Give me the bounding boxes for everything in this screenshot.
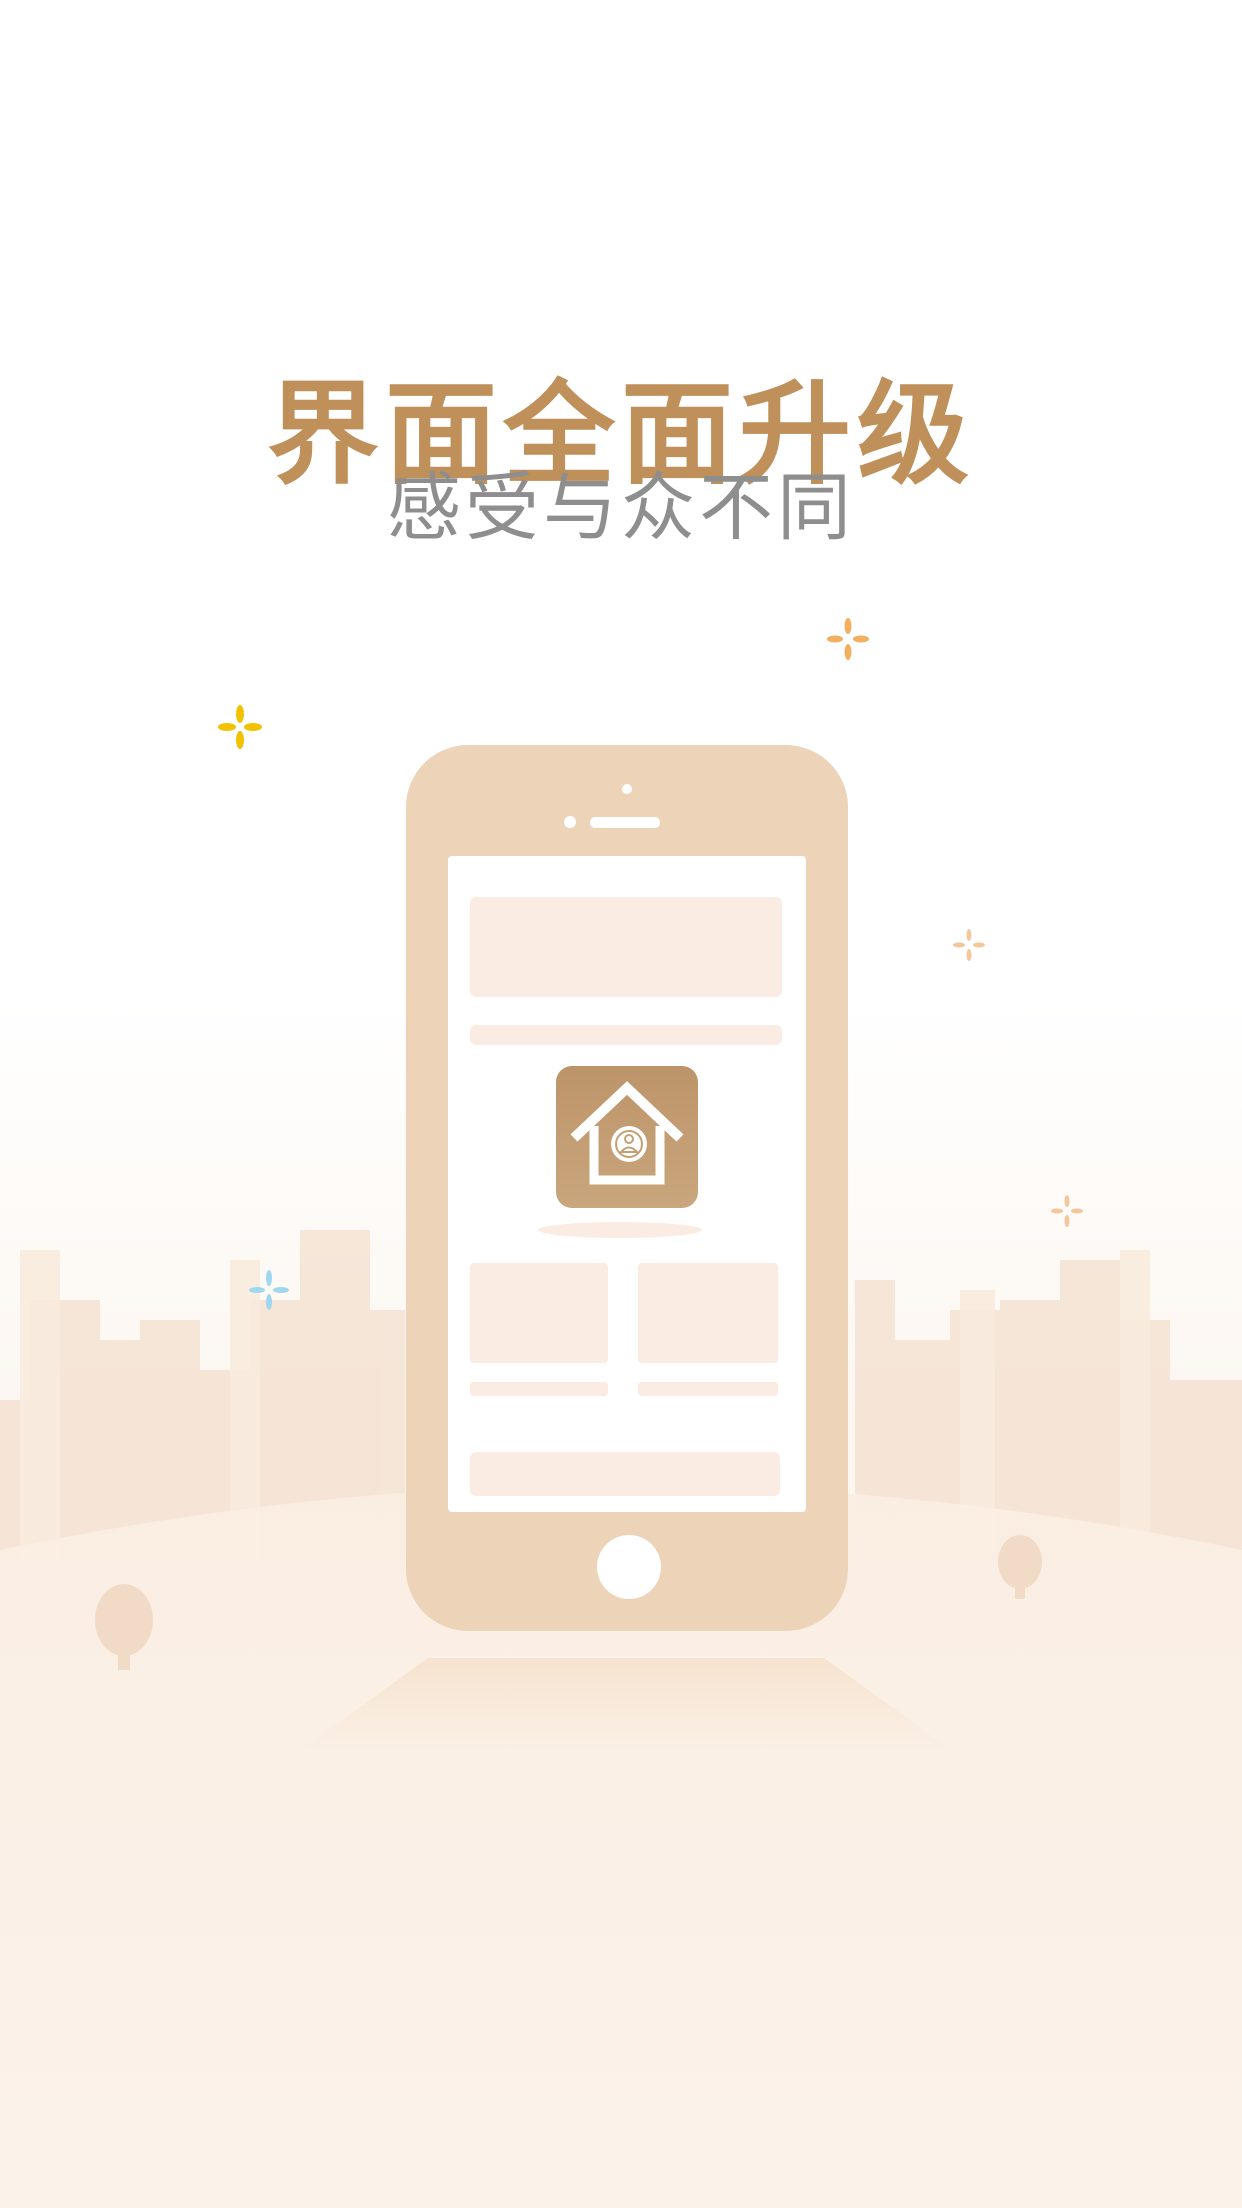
sparkle-icon bbox=[953, 929, 985, 961]
sparkle-icon bbox=[249, 1270, 289, 1310]
sparkle-icon bbox=[218, 705, 262, 749]
page-subtitle: 感受与众不同 bbox=[387, 465, 855, 551]
sparkle-icon bbox=[1051, 1195, 1083, 1227]
house-person-icon bbox=[556, 1066, 698, 1208]
sparkle-icon bbox=[827, 618, 869, 660]
splash-illustration bbox=[0, 745, 1242, 2208]
